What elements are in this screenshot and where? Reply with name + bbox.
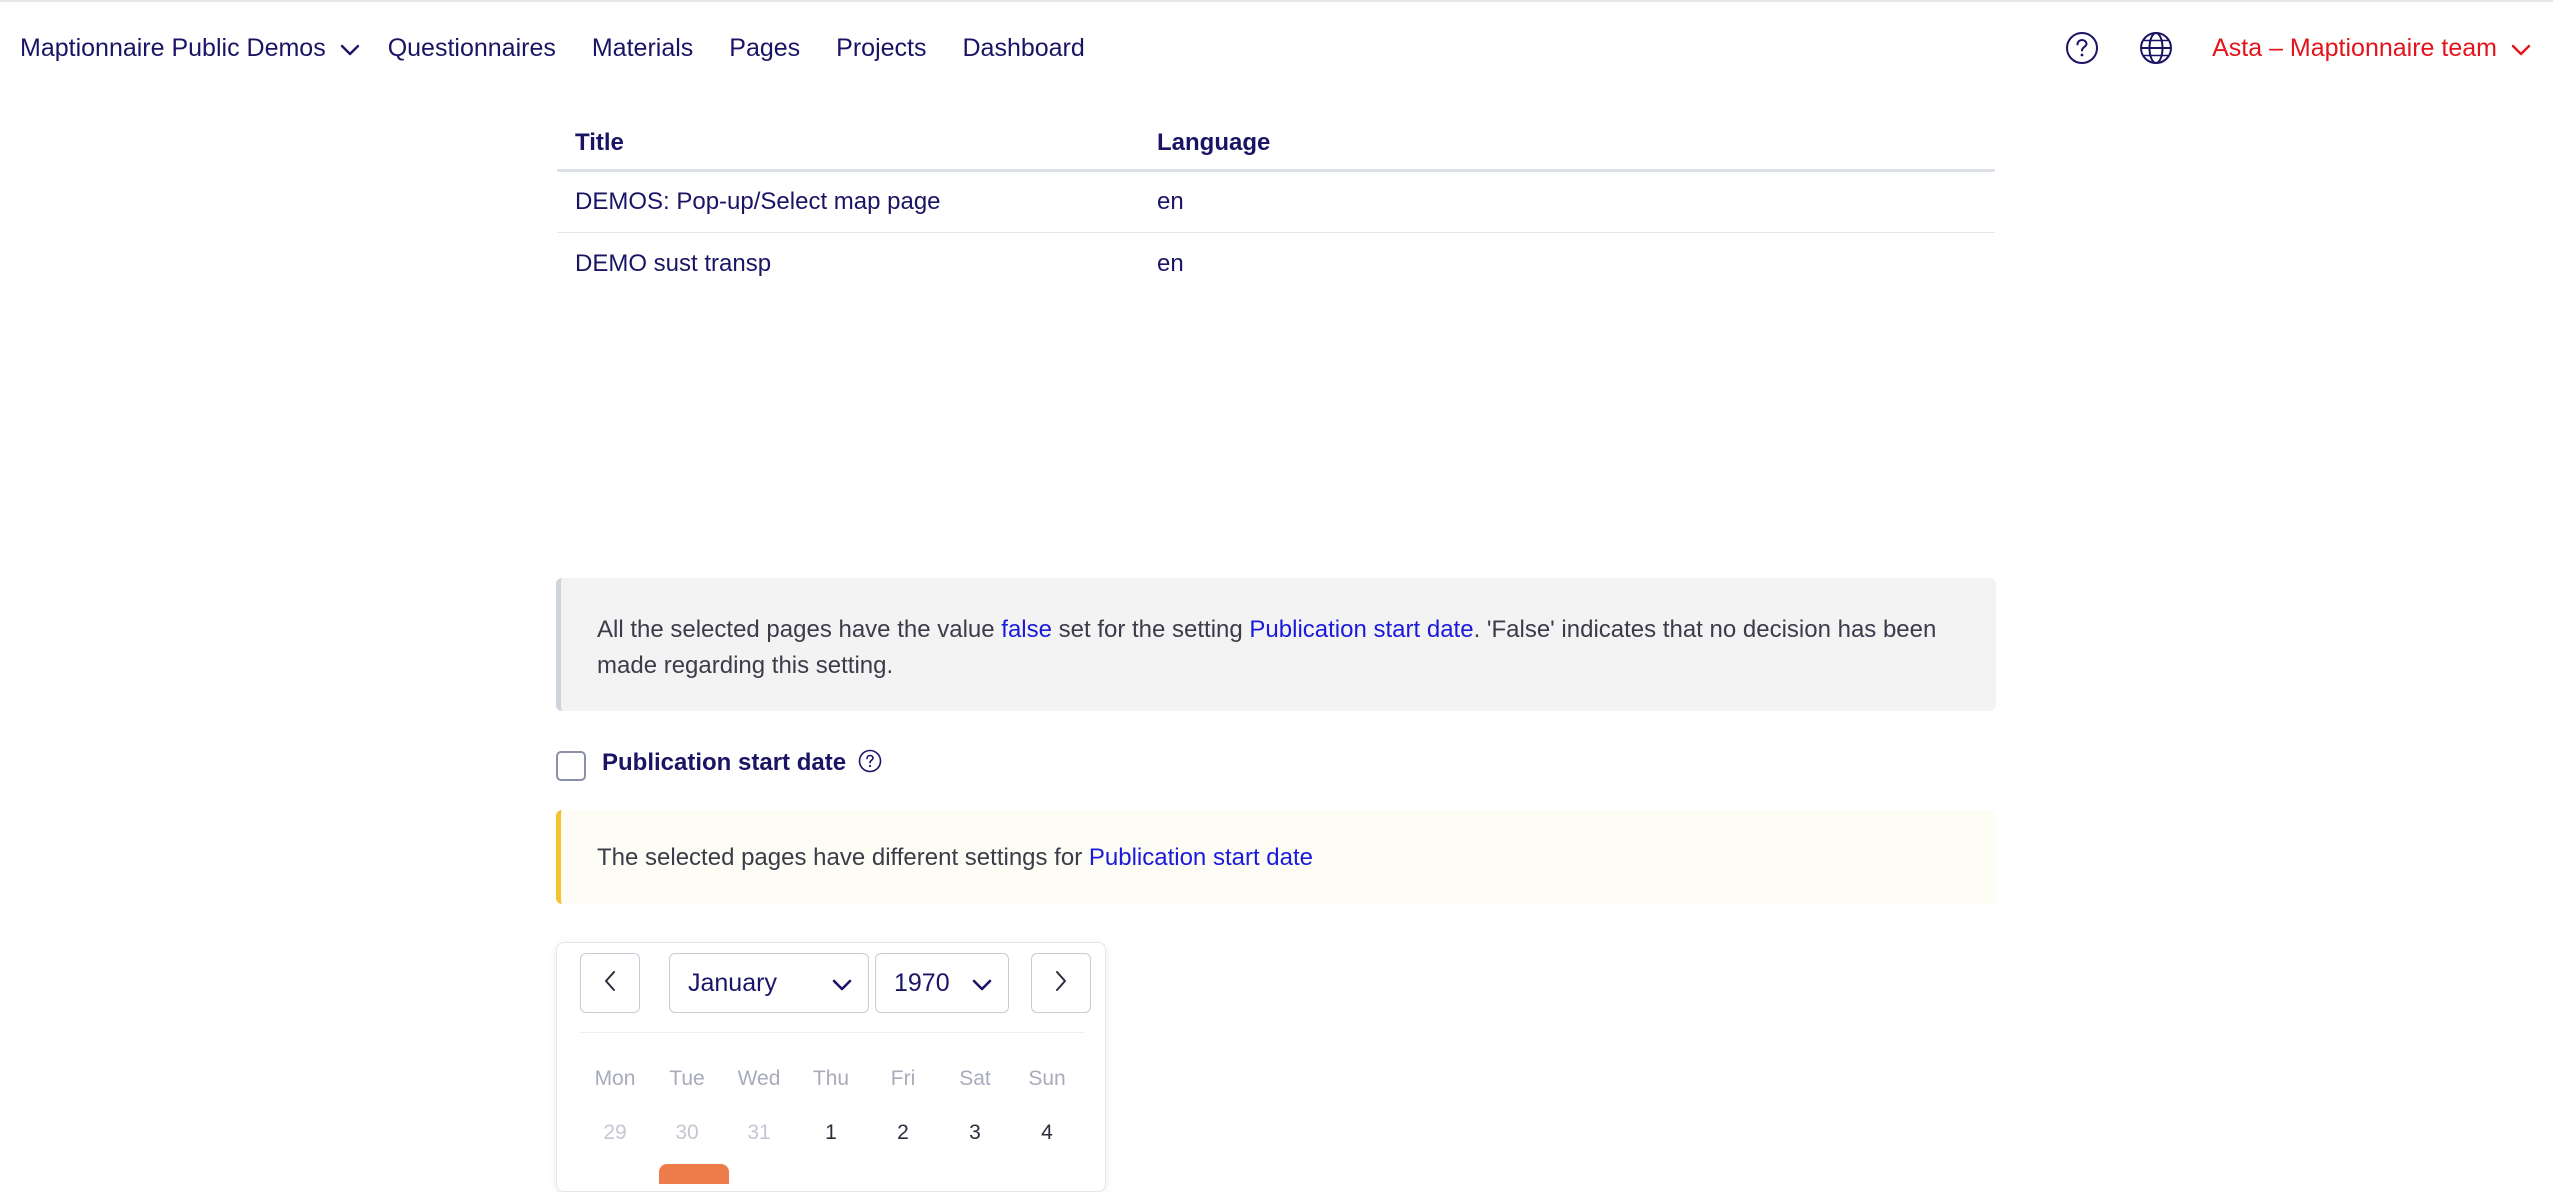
table-row[interactable]: DEMO sust transp en [557,233,1995,294]
nav-materials[interactable]: Materials [592,34,693,63]
weekday-label: Tue [669,1067,705,1090]
info-text-2: set for the setting [1051,616,1250,643]
user-name: Asta – Maptionnaire team [2212,33,2497,62]
publication-start-date-setting: Publication start date [556,745,882,781]
nav-left: Maptionnaire Public Demos Questionnaires… [20,2,1121,94]
selected-day[interactable] [659,1164,729,1184]
weekday-label: Thu [812,1067,850,1090]
row-title: DEMOS: Pop-up/Select map page [575,188,941,215]
calendar-divider [580,1032,1084,1033]
calendar-day[interactable]: 3 [939,1121,1011,1145]
info-notice: All the selected pages have the value fa… [556,578,1996,711]
chevron-right-icon [1054,969,1068,998]
month-select[interactable]: January [669,953,869,1013]
calendar-header: January 1970 [580,953,1091,1013]
weekday-label: Wed [737,1067,781,1090]
org-switcher[interactable]: Maptionnaire Public Demos [20,34,360,63]
year-select[interactable]: 1970 [875,953,1009,1013]
weekday-label: Mon [594,1067,636,1090]
column-header-language: Language [1157,128,1271,156]
table-row[interactable]: DEMOS: Pop-up/Select map page en [557,172,1995,233]
weekday-header: Mon Tue Wed Thu Fri Sat Sun [579,1067,1083,1091]
globe-icon[interactable] [2138,30,2174,66]
calendar-day[interactable]: 31 [723,1121,795,1145]
calendar-day[interactable]: 30 [651,1121,723,1145]
info-text-1: All the selected pages have the value [597,616,1002,643]
user-menu[interactable]: Asta – Maptionnaire team [2212,34,2531,63]
setting-label: Publication start date [602,749,847,776]
row-title: DEMO sust transp [575,249,772,277]
warning-notice: The selected pages have different settin… [556,810,1996,904]
week-row: 29 30 31 1 2 3 4 [579,1121,1083,1145]
previous-month-button[interactable] [580,953,640,1013]
row-language: en [1157,249,1184,277]
nav-projects[interactable]: Projects [836,34,926,63]
row-language: en [1157,188,1184,215]
calendar-day[interactable]: 2 [867,1121,939,1145]
warning-text: The selected pages have different settin… [597,844,1089,871]
chevron-down-icon [832,969,852,998]
nav-pages[interactable]: Pages [729,34,800,63]
year-value: 1970 [894,968,950,997]
nav-dashboard[interactable]: Dashboard [962,34,1084,63]
calendar-day[interactable]: 29 [579,1121,651,1145]
column-header-title: Title [575,128,624,156]
calendar-day[interactable]: 1 [795,1121,867,1145]
chevron-down-icon [972,969,992,998]
weekday-label: Fri [890,1067,916,1090]
chevron-down-icon [2511,34,2531,63]
weekday-label: Sun [1028,1067,1066,1090]
info-setting-link[interactable]: Publication start date [1249,616,1473,643]
chevron-left-icon [603,969,617,998]
selected-pages-table: Title Language DEMOS: Pop-up/Select map … [557,116,1995,294]
help-circle-icon[interactable] [858,749,882,778]
calendar-day[interactable]: 4 [1011,1121,1083,1145]
nav-right: Asta – Maptionnaire team [2064,2,2531,94]
info-value-link[interactable]: false [1001,616,1052,643]
month-value: January [688,968,777,997]
help-circle-icon[interactable] [2064,30,2100,66]
weekday-label: Sat [959,1067,991,1090]
table-header: Title Language [557,116,1995,172]
warning-setting-link[interactable]: Publication start date [1089,844,1313,871]
publication-start-date-checkbox[interactable] [556,751,586,781]
chevron-down-icon [340,34,360,63]
org-name: Maptionnaire Public Demos [20,33,326,62]
top-navigation-bar: Maptionnaire Public Demos Questionnaires… [0,0,2553,92]
nav-questionnaires[interactable]: Questionnaires [388,34,556,63]
next-month-button[interactable] [1031,953,1091,1013]
